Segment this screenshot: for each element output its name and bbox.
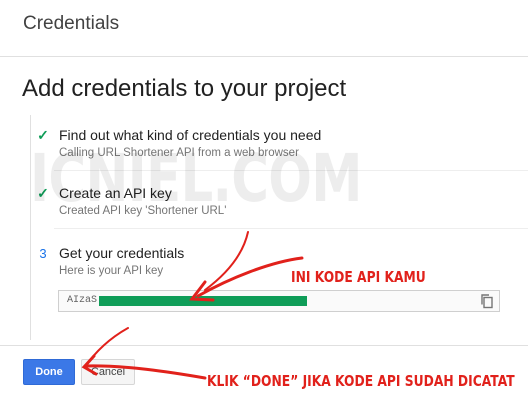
api-key-annotation: INI KODE API KAMU: [291, 268, 426, 286]
arrow-to-done-button: [81, 327, 207, 380]
arrow-to-api-key: [189, 231, 304, 302]
done-annotation: KLIK “DONE” JIKA KODE API SUDAH DICATAT: [207, 372, 515, 390]
annotation-arrows: [81, 231, 304, 380]
